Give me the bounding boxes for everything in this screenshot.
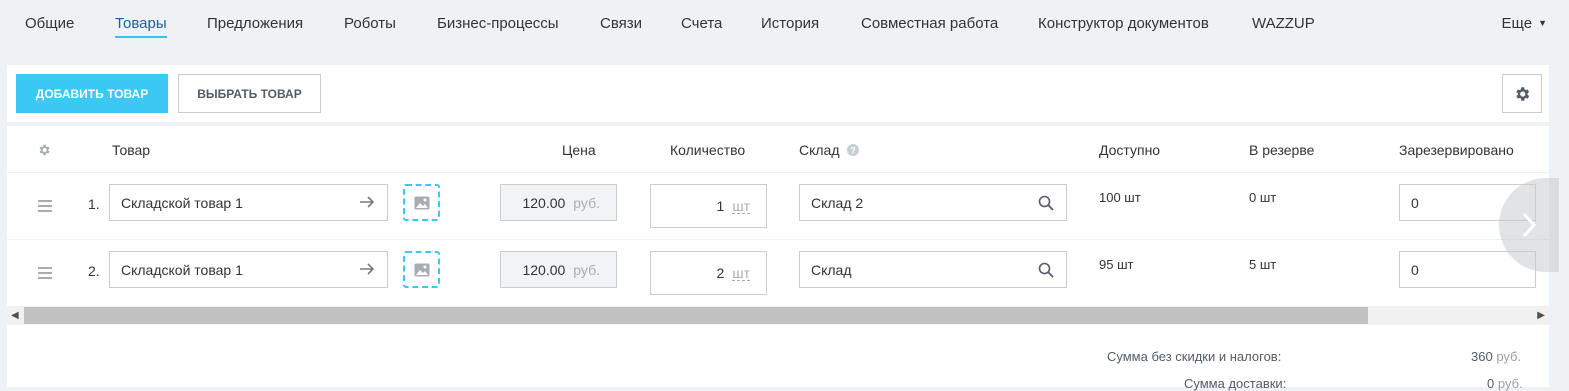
quantity-unit[interactable]: шт [732, 199, 750, 214]
tab-offers[interactable]: Предложения [207, 15, 303, 32]
search-icon[interactable] [1038, 262, 1054, 278]
quantity-input[interactable]: 2 шт [650, 251, 767, 295]
price-input[interactable]: 120.00 руб. [500, 184, 617, 221]
row-number: 1. [88, 196, 100, 212]
price-value: 120.00 [522, 261, 566, 278]
subtotal-amount: 360 [1471, 349, 1493, 364]
tab-links[interactable]: Связи [600, 15, 642, 32]
col-in-reserve: В резерве [1249, 142, 1315, 158]
delivery-label: Сумма доставки: [1184, 376, 1287, 391]
col-product: Товар [112, 142, 151, 158]
select-product-button[interactable]: ВЫБРАТЬ ТОВАР [178, 74, 321, 113]
table-header: Товар Цена Количество Склад ? Доступно В… [7, 126, 1549, 173]
col-quantity: Количество [670, 142, 746, 158]
delivery-amount: 0 [1487, 376, 1495, 391]
col-price: Цена [562, 142, 596, 158]
tab-products[interactable]: Товары [115, 15, 167, 38]
price-input[interactable]: 120.00 руб. [500, 251, 617, 288]
col-store-label: Склад [799, 142, 840, 158]
tab-more[interactable]: Еще ▼ [1502, 15, 1547, 32]
column-settings[interactable] [37, 143, 51, 162]
tab-collaboration[interactable]: Совместная работа [861, 15, 998, 32]
table-row: 2. Складской товар 1 120.00 руб. 2 шт Скла… [7, 240, 1549, 307]
product-input[interactable]: Складской товар 1 [109, 251, 388, 288]
subtotal-currency: руб. [1496, 349, 1522, 364]
quantity-input[interactable]: 1 шт [650, 184, 767, 228]
col-available: Доступно [1099, 142, 1161, 158]
delivery-currency: руб. [1497, 376, 1523, 391]
store-input[interactable]: Склад 2 [799, 184, 1067, 221]
table-row: 1. Складской товар 1 120.00 руб. 1 шт Скла… [7, 173, 1549, 240]
add-product-button[interactable]: ДОБАВИТЬ ТОВАР [16, 74, 168, 113]
product-name: Складской товар 1 [121, 194, 243, 211]
scrollbar-thumb[interactable] [24, 307, 1368, 324]
chevron-down-icon: ▼ [1538, 18, 1547, 28]
delivery-value: 0 руб. [1487, 376, 1523, 391]
price-value: 120.00 [522, 194, 566, 211]
price-currency: руб. [573, 261, 600, 278]
subtotal-label: Сумма без скидки и налогов: [1107, 349, 1282, 364]
product-name: Складской товар 1 [121, 261, 243, 278]
tab-history[interactable]: История [761, 15, 819, 32]
tab-more-label: Еще [1501, 15, 1533, 32]
reserved-value: 0 [1411, 261, 1419, 278]
row-number: 2. [88, 263, 100, 279]
products-toolbar: ДОБАВИТЬ ТОВАР ВЫБРАТЬ ТОВАР [7, 65, 1549, 122]
tab-invoices[interactable]: Счета [681, 15, 722, 32]
tab-general[interactable]: Общие [25, 15, 74, 32]
horizontal-scrollbar[interactable]: ◀ ▶ [7, 307, 1549, 324]
col-reserved: Зарезервировано [1399, 142, 1514, 158]
image-icon [414, 196, 429, 209]
price-currency: руб. [573, 194, 600, 211]
subtotal-value: 360 руб. [1471, 349, 1521, 364]
quantity-value: 1 [716, 198, 725, 214]
scroll-right-arrow[interactable]: ▶ [1537, 310, 1545, 321]
product-image-slot[interactable] [403, 184, 440, 221]
product-image-slot[interactable] [403, 251, 440, 288]
quantity-value: 2 [716, 265, 725, 281]
available-value: 100 шт [1099, 190, 1141, 205]
col-store: Склад ? [799, 142, 860, 158]
gear-icon [1516, 86, 1530, 101]
scroll-left-arrow[interactable]: ◀ [11, 310, 19, 321]
gear-icon [39, 144, 50, 156]
detail-tabs: Общие Товары Предложения Роботы Бизнес-п… [0, 0, 1569, 64]
drag-handle-icon[interactable] [38, 267, 52, 282]
tab-document-builder[interactable]: Конструктор документов [1038, 15, 1209, 32]
help-icon[interactable]: ? [847, 144, 860, 156]
tab-business-processes[interactable]: Бизнес-процессы [437, 15, 559, 32]
table-settings-button[interactable] [1502, 74, 1542, 113]
arrow-right-icon[interactable] [359, 261, 375, 277]
chevron-right-icon [1522, 212, 1537, 238]
products-panel: ДОБАВИТЬ ТОВАР ВЫБРАТЬ ТОВАР Товар Цена … [7, 65, 1559, 391]
quantity-unit[interactable]: шт [732, 266, 750, 281]
drag-handle-icon[interactable] [38, 200, 52, 215]
in-reserve-value: 0 шт [1249, 190, 1277, 205]
store-value: Склад 2 [811, 194, 864, 211]
svg-text:?: ? [851, 146, 857, 156]
image-icon [414, 263, 429, 276]
arrow-right-icon[interactable] [359, 194, 375, 210]
reserved-value: 0 [1411, 194, 1419, 211]
store-input[interactable]: Склад [799, 251, 1067, 288]
available-value: 95 шт [1099, 257, 1134, 272]
tab-wazzup[interactable]: WAZZUP [1252, 15, 1315, 32]
store-value: Склад [811, 261, 852, 278]
tab-robots[interactable]: Роботы [344, 15, 396, 32]
search-icon[interactable] [1038, 195, 1054, 211]
product-input[interactable]: Складской товар 1 [109, 184, 388, 221]
in-reserve-value: 5 шт [1249, 257, 1277, 272]
totals-separator [7, 324, 1549, 325]
